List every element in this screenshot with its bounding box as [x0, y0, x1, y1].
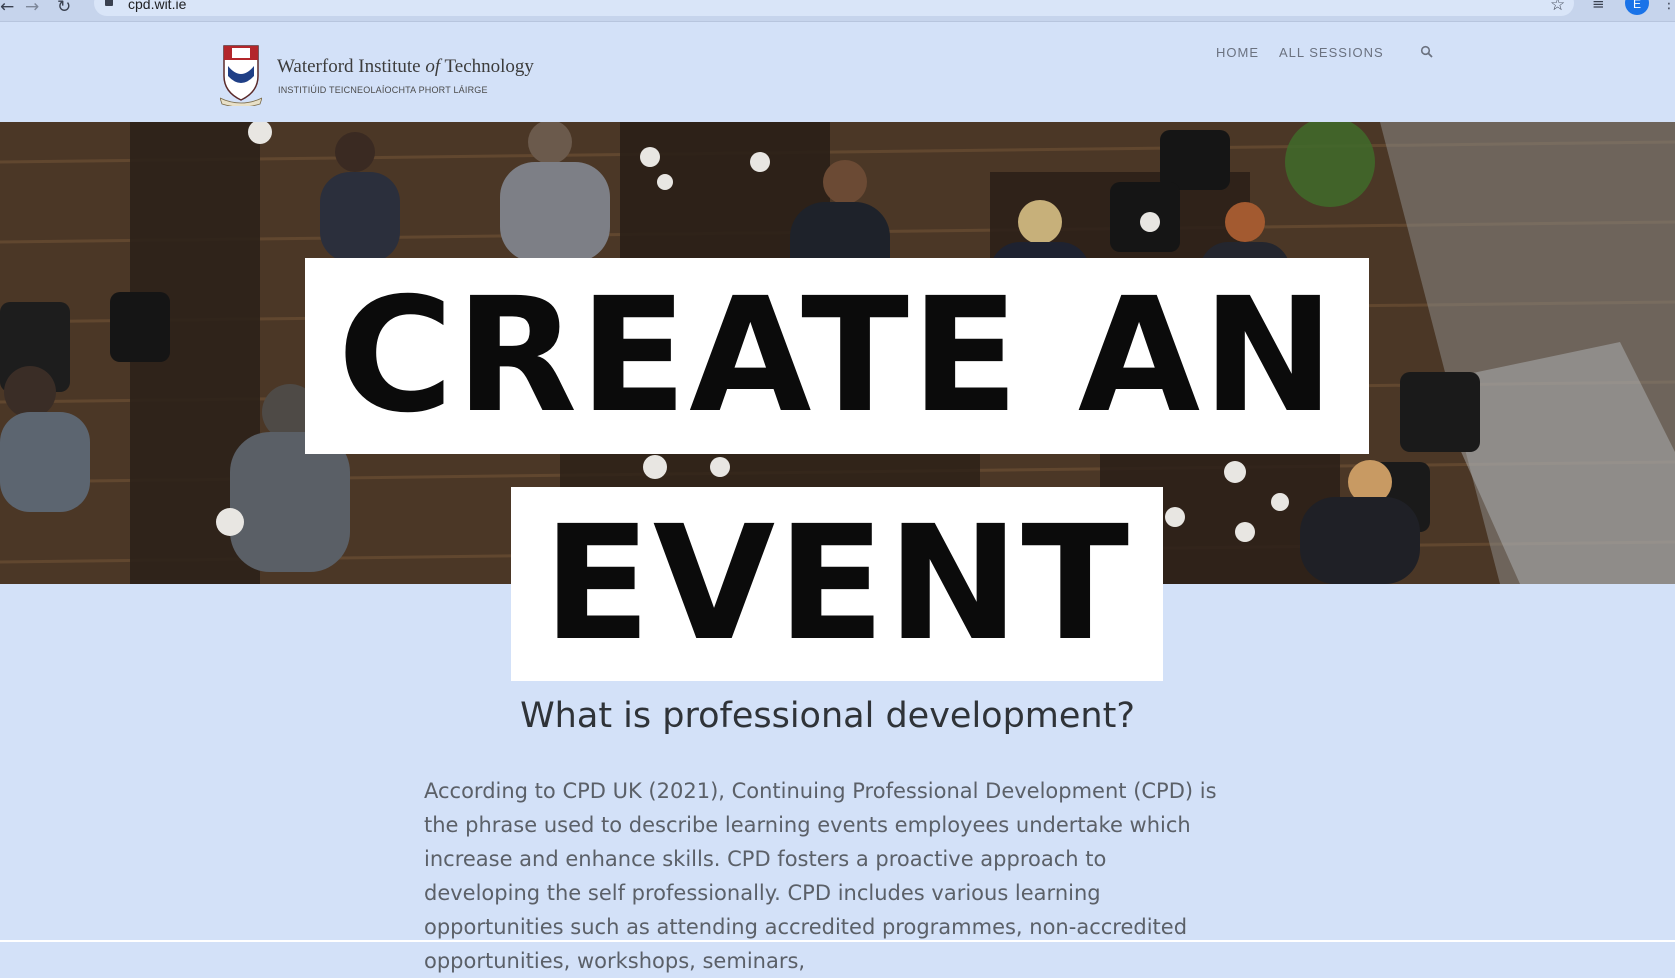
- logo-title[interactable]: Waterford Institute of Technology: [277, 56, 534, 78]
- forward-icon[interactable]: →: [25, 0, 39, 17]
- logo-title-main: Waterford Institute: [277, 56, 426, 77]
- title-banner-line-1: CREATE AN: [305, 258, 1369, 454]
- section-heading: What is professional development?: [520, 696, 1135, 736]
- profile-avatar[interactable]: E: [1625, 0, 1649, 15]
- nav-home-link[interactable]: HOME: [1216, 45, 1259, 60]
- title-text-line-2: EVENT: [542, 492, 1132, 676]
- star-icon[interactable]: ☆: [1550, 0, 1565, 15]
- browser-toolbar: ← → ↻ cpd.wit.ie ☆ ≡ E ⋮: [0, 0, 1675, 22]
- logo-title-end: Technology: [440, 56, 534, 77]
- crest-logo-icon[interactable]: [220, 42, 262, 106]
- search-icon[interactable]: [1420, 45, 1434, 59]
- title-text-line-1: CREATE AN: [337, 264, 1337, 448]
- kebab-menu-icon[interactable]: ⋮: [1662, 0, 1675, 12]
- logo-title-italic: of: [425, 56, 441, 77]
- body-paragraph: According to CPD UK (2021), Continuing P…: [424, 779, 1217, 973]
- lock-icon[interactable]: [105, 0, 113, 6]
- logo-subtitle: INSTITIÚID TEICNEOLAÍOCHTA PHORT LÁIRGE: [278, 85, 488, 95]
- title-banner-line-2: EVENT: [511, 487, 1163, 681]
- playlist-icon[interactable]: ≡: [1592, 0, 1605, 13]
- url-text[interactable]: cpd.wit.ie: [128, 0, 186, 12]
- reload-icon[interactable]: ↻: [57, 0, 71, 17]
- back-icon[interactable]: ←: [0, 0, 14, 17]
- nav-all-sessions-link[interactable]: ALL SESSIONS: [1279, 45, 1384, 60]
- address-bar[interactable]: [94, 0, 1574, 16]
